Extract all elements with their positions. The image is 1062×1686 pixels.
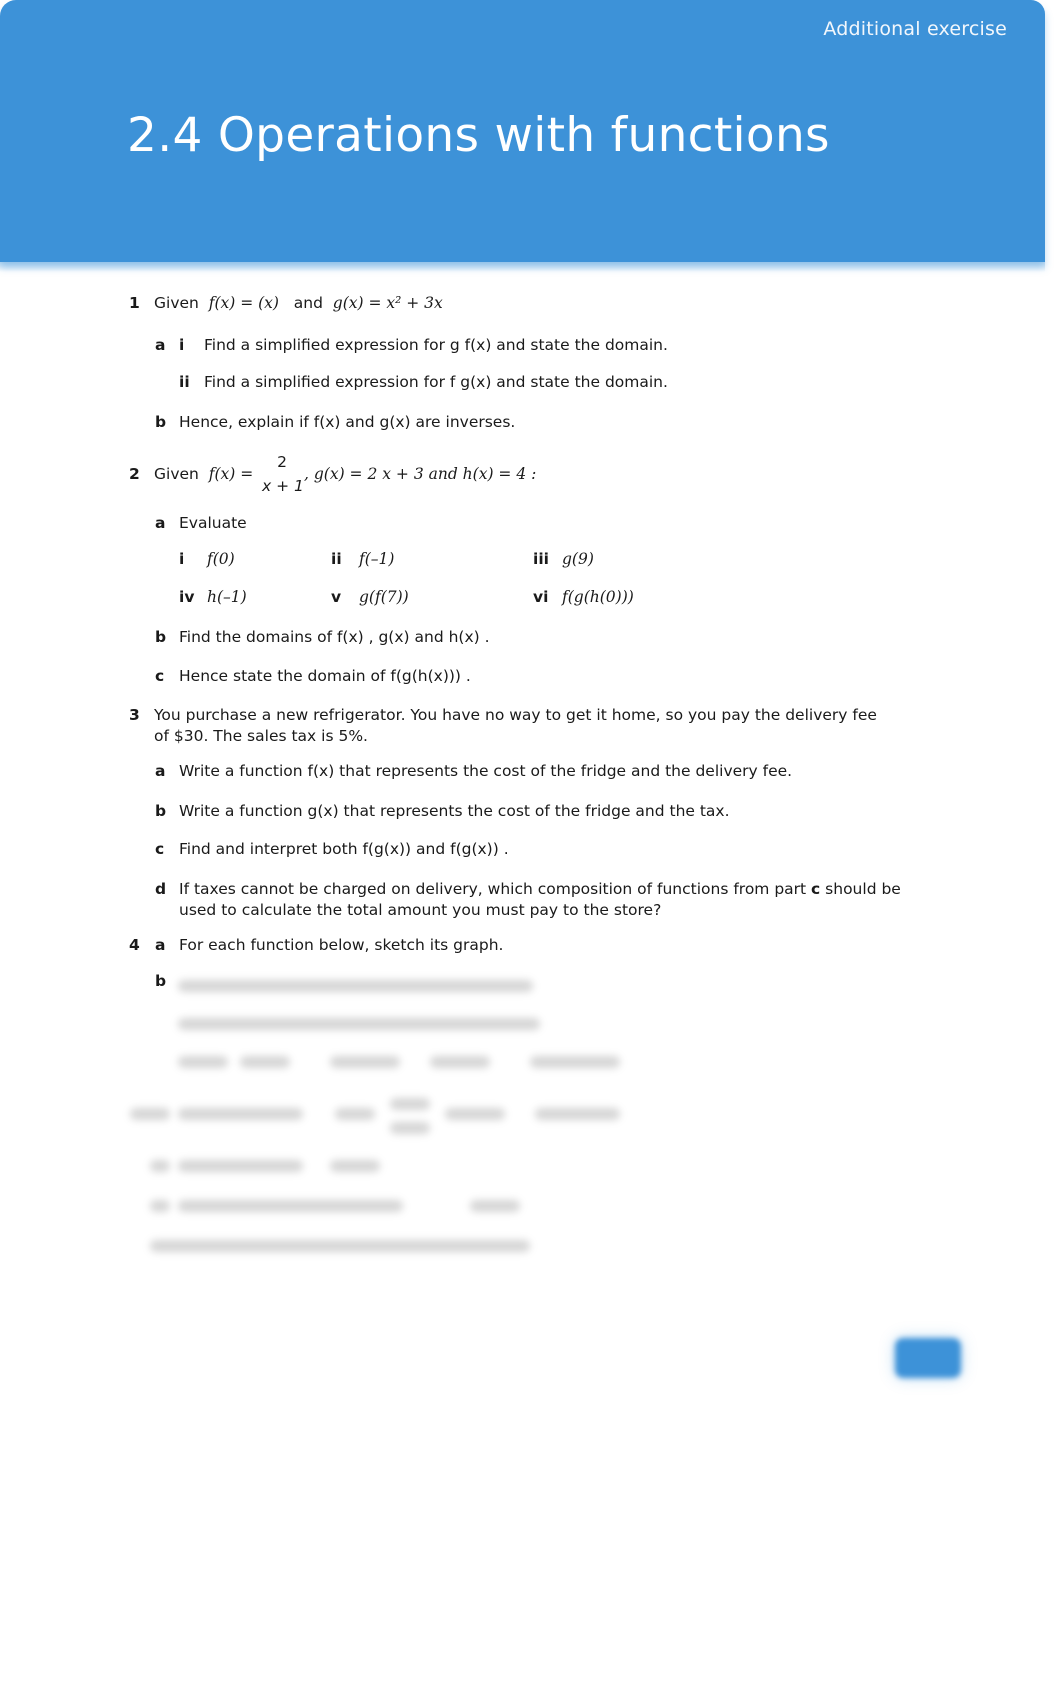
blurred-line xyxy=(330,1056,400,1068)
part-label: b xyxy=(155,972,167,990)
part-label: a xyxy=(155,762,166,780)
text-fragment: should be xyxy=(820,880,901,898)
blurred-line xyxy=(430,1056,490,1068)
page-title: 2.4 Operations with functions xyxy=(127,108,830,163)
part-text: Hence state the domain of f(g(h(x))) . xyxy=(179,667,471,685)
part-label: b xyxy=(155,413,167,431)
part-text-line: used to calculate the total amount you m… xyxy=(179,901,662,919)
part-text: For each function below, sketch its grap… xyxy=(179,936,504,954)
eval-label: iii xyxy=(533,550,549,568)
part-text: Hence, explain if f(x) and g(x) are inve… xyxy=(179,413,516,431)
part-label: b xyxy=(155,802,167,820)
part-label: b xyxy=(155,628,167,646)
part-text: Write a function g(x) that represents th… xyxy=(179,802,730,820)
blurred-line xyxy=(335,1108,375,1120)
stem-prefix: Given xyxy=(154,294,199,312)
blurred-line xyxy=(178,980,533,992)
question-stem: Given f(x) = (x) and g(x) = x² + 3x xyxy=(154,294,443,312)
section-header-banner: Additional exercise 2.4 Operations with … xyxy=(0,0,1045,262)
blurred-line xyxy=(240,1056,290,1068)
part-reference: c xyxy=(811,880,821,898)
question-number: 3 xyxy=(129,706,140,724)
eval-label: v xyxy=(331,588,342,606)
part-text: Evaluate xyxy=(179,514,247,532)
eval-expr: g(9) xyxy=(562,550,594,568)
blurred-line xyxy=(130,1108,170,1120)
blurred-line xyxy=(178,1160,303,1172)
blurred-line xyxy=(390,1122,430,1134)
blurred-line xyxy=(150,1240,530,1252)
question-stem-rest: , g(x) = 2 x + 3 and h(x) = 4 : xyxy=(304,465,537,483)
blurred-line xyxy=(535,1108,620,1120)
eval-expr: g(f(7)) xyxy=(359,588,409,606)
question-stem-line: You purchase a new refrigerator. You hav… xyxy=(154,706,877,724)
blurred-line xyxy=(330,1160,380,1172)
part-label: a xyxy=(155,936,166,954)
part-text: Find the domains of f(x) , g(x) and h(x)… xyxy=(179,628,490,646)
subpart-text: Find a simplified expression for g f(x) … xyxy=(204,336,668,354)
blurred-line xyxy=(470,1200,520,1212)
question-number: 2 xyxy=(129,465,140,483)
g-definition: g(x) = x² + 3x xyxy=(332,294,443,312)
part-text-line: If taxes cannot be charged on delivery, … xyxy=(179,880,901,898)
subpart-text: Find a simplified expression for f g(x) … xyxy=(204,373,668,391)
eval-expr: f(g(h(0))) xyxy=(562,588,634,606)
blurred-line xyxy=(150,1200,170,1212)
header-shadow xyxy=(0,244,1045,272)
stem-prefix: Given xyxy=(154,465,199,483)
part-text: Find and interpret both f(g(x)) and f(g(… xyxy=(179,840,509,858)
eval-expr: f(–1) xyxy=(359,550,395,568)
blurred-line xyxy=(530,1056,620,1068)
eval-label: i xyxy=(179,550,185,568)
blurred-line xyxy=(390,1098,430,1110)
page-number-badge xyxy=(895,1338,961,1378)
blurred-line xyxy=(445,1108,505,1120)
part-label: a xyxy=(155,514,166,532)
part-label: c xyxy=(155,667,165,685)
part-text: Write a function f(x) that represents th… xyxy=(179,762,793,780)
text-fragment: If taxes cannot be charged on delivery, … xyxy=(179,880,812,898)
part-label: c xyxy=(155,840,165,858)
conjunction: and xyxy=(293,294,323,312)
subpart-label: i xyxy=(179,336,185,354)
question-stem-prefix: Given f(x) = xyxy=(154,465,253,483)
header-label: Additional exercise xyxy=(823,18,1007,40)
blurred-line xyxy=(178,1200,403,1212)
subpart-label: ii xyxy=(179,373,190,391)
blurred-line xyxy=(178,1108,303,1120)
eval-label: vi xyxy=(533,588,549,606)
eval-expr: f(0) xyxy=(207,550,235,568)
part-label: a xyxy=(155,336,166,354)
blurred-line xyxy=(178,1018,540,1030)
eval-label: ii xyxy=(331,550,342,568)
question-number: 1 xyxy=(129,294,140,312)
fraction-numerator: 2 xyxy=(277,453,287,471)
fraction-denominator: x + 1 xyxy=(262,477,304,495)
f-lhs: f(x) = xyxy=(208,465,254,483)
blurred-line xyxy=(150,1160,170,1172)
question-number: 4 xyxy=(129,936,140,954)
eval-label: iv xyxy=(179,588,195,606)
part-label: d xyxy=(155,880,167,898)
f-definition: f(x) = (x) xyxy=(208,294,279,312)
eval-expr: h(–1) xyxy=(207,588,247,606)
question-stem-line: of $30. The sales tax is 5%. xyxy=(154,727,368,745)
blurred-line xyxy=(178,1056,228,1068)
